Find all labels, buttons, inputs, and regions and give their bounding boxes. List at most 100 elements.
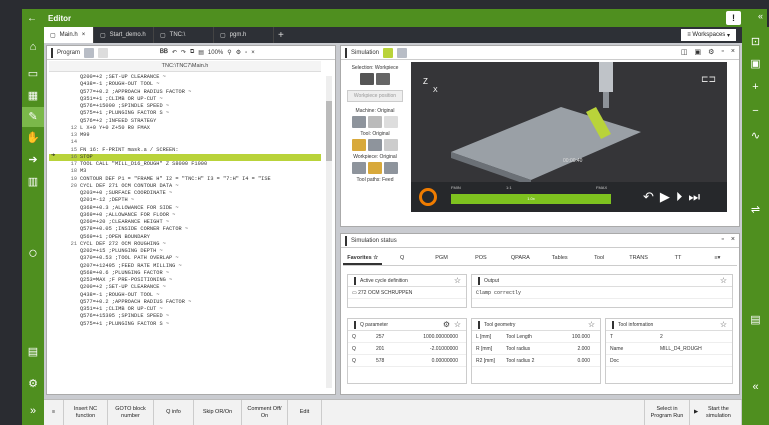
machine-original-icon[interactable] (352, 116, 366, 128)
step-icon[interactable]: ⏵ (676, 189, 689, 204)
code-line[interactable]: Q370=+0.53 ;TOOL PATH OVERLAP ~ (49, 255, 321, 262)
edit-icon[interactable]: ✎ (22, 107, 44, 127)
code-line[interactable]: 19 CONTOUR DEF P1 = "FRAME H" I2 = "TNC:H… (49, 176, 321, 183)
settings-icon[interactable]: ⚙ (708, 48, 714, 56)
drag-handle[interactable] (345, 235, 347, 246)
q-info-button[interactable]: Q info (154, 400, 194, 425)
tab-q[interactable]: Q (382, 250, 421, 265)
tab-tool[interactable]: Tool (579, 250, 618, 265)
log-icon[interactable]: ▣ (742, 57, 769, 70)
code-line[interactable]: Q575=+1 ;PLUNGING FACTOR S ~ (49, 110, 321, 117)
code-line[interactable]: Q369=+0 ;ALLOWANCE FOR FLOOR ~ (49, 212, 321, 219)
back-arrow-icon[interactable]: ← (22, 13, 42, 24)
code-line[interactable]: Q202=+15 ;PLUNGING DEPTH ~ (49, 248, 321, 255)
feed-icon[interactable]: ⇌ (742, 203, 769, 216)
code-line[interactable]: 13 M99 (49, 132, 321, 139)
warning-icon[interactable]: ! (726, 11, 741, 25)
home-icon[interactable]: ⌂ (22, 41, 44, 53)
play-icon[interactable]: ▶ (660, 189, 676, 204)
circle-icon[interactable]: ○ (22, 245, 44, 263)
collapse-icon[interactable]: « (758, 11, 763, 21)
workspaces-dropdown[interactable]: ≡ Workspaces ▾ (681, 29, 736, 41)
tab-trans[interactable]: TRANS (619, 250, 658, 265)
workpiece-hidden-icon[interactable] (384, 162, 398, 174)
folder-icon[interactable]: ▭ (22, 67, 44, 80)
tool-hidden-icon[interactable] (384, 139, 398, 151)
rewind-icon[interactable]: ↶ (643, 189, 660, 204)
code-line[interactable]: Q200=+2 ;SET-UP CLEARANCE ~ (49, 74, 321, 81)
tab-pgm[interactable]: ▢ pgm.h (214, 27, 274, 43)
wave-icon[interactable]: ∿ (742, 129, 769, 142)
star-icon[interactable]: ☆ (720, 276, 727, 285)
edit-button[interactable]: Edit (288, 400, 322, 425)
cube-icon[interactable]: ◫ (681, 48, 688, 56)
tab-qpara[interactable]: QPARA (501, 250, 540, 265)
insert-nc-function-button[interactable]: Insert NC function (64, 400, 108, 425)
tabs-menu-icon[interactable]: ≡▾ (698, 250, 737, 265)
view-icon[interactable]: ⊏⊐ (701, 74, 716, 84)
code-line[interactable]: Q351=+1 ;CLIMB OR UP-CUT ~ (49, 96, 321, 103)
tool-original-icon[interactable] (352, 139, 366, 151)
workpiece-position-button[interactable]: Workpiece position (346, 90, 404, 102)
code-line[interactable]: Q438=-1 ;ROUGH-OUT TOOL ~ (49, 81, 321, 88)
drag-handle[interactable] (345, 47, 347, 58)
maximize-icon[interactable]: ▫ (245, 50, 247, 56)
comment-button[interactable]: Comment Off/ On (242, 400, 288, 425)
menu-icon[interactable]: ≡ (44, 400, 64, 425)
code-line[interactable]: Q203=+0 ;SURFACE COORDINATE ~ (49, 190, 321, 197)
code-line[interactable]: Q577=+0.2 ;APPROACH RADIUS FACTOR ~ (49, 89, 321, 96)
list-icon[interactable] (383, 47, 394, 58)
code-line[interactable]: Q576=+2 ;INFEED STRATEGY (49, 118, 321, 125)
code-line[interactable]: 14 (49, 139, 321, 146)
star-icon[interactable]: ☆ (720, 320, 727, 329)
search-icon[interactable] (98, 47, 109, 58)
zoom-icon[interactable]: ⚲ (227, 49, 231, 56)
add-tab-button[interactable]: + (278, 30, 284, 41)
machine-transparent-icon[interactable] (368, 116, 382, 128)
collapse-right-icon[interactable]: « (742, 381, 769, 393)
grid-icon[interactable] (397, 47, 408, 58)
star-icon[interactable]: ☆ (454, 276, 461, 285)
settings-icon[interactable]: ⚙ (22, 377, 44, 390)
star-icon[interactable]: ☆ (588, 320, 595, 329)
redo-icon[interactable]: ↷ (181, 49, 186, 56)
code-line[interactable]: 17 TOOL CALL "MILL_D16_ROUGH" Z S8000 F10… (49, 161, 321, 168)
tab-favorites[interactable]: Favorites ☆ (343, 250, 383, 265)
fast-forward-icon[interactable]: ⏭ (688, 189, 706, 204)
code-line[interactable]: Q569=+1 ;OPEN BOUNDARY (49, 234, 321, 241)
code-line[interactable]: Q260=+20 ;CLEARANCE HEIGHT ~ (49, 219, 321, 226)
code-line[interactable]: Q438=-1 ;ROUGH-OUT TOOL ~ (49, 292, 321, 299)
code-line[interactable]: 21 CYCL DEF 272 OCM ROUGHING ~ (49, 241, 321, 248)
code-line[interactable]: 12 L X+0 Y+0 Z+50 R0 FMAX (49, 125, 321, 132)
numeric-icon[interactable]: ᏴᏴ (160, 49, 168, 56)
workpiece-transparent-icon[interactable] (368, 162, 382, 174)
code-line[interactable]: Q576=+15000 ;SPINDLE SPEED ~ (49, 103, 321, 110)
copy-icon[interactable]: ⧉ (190, 49, 194, 56)
table-icon[interactable]: ▦ (22, 89, 44, 102)
plus-icon[interactable]: + (742, 81, 769, 93)
chart-icon[interactable]: ▥ (22, 175, 44, 188)
select-in-program-run-button[interactable]: Select in Program Run (644, 400, 690, 425)
code-line[interactable]: 18 M3 (49, 168, 321, 175)
tab-tnc[interactable]: ▢ TNC:\ (154, 27, 214, 43)
run-icon[interactable]: ➔ (22, 153, 44, 166)
tab-main[interactable]: ▢ Main.h × (44, 27, 94, 43)
tab-pos[interactable]: POS (461, 250, 500, 265)
code-line[interactable]: Q207=+12495 ;FEED RATE MILLING ~ (49, 263, 321, 270)
close-icon[interactable]: × (731, 236, 735, 243)
machine-view-icon[interactable] (376, 73, 390, 85)
settings-icon[interactable]: ⚙ (443, 320, 450, 329)
code-line[interactable]: Q200=+2 ;SET-UP CLEARANCE ~ (49, 284, 321, 291)
scrollbar-thumb[interactable] (326, 101, 332, 161)
zoom-level[interactable]: 100% (208, 50, 223, 56)
scrollbar[interactable] (326, 76, 332, 388)
code-line[interactable]: ➔ 16 STOP (49, 152, 321, 161)
list-icon[interactable] (84, 47, 95, 58)
speed-slider[interactable]: 1.0x (451, 194, 611, 204)
code-line[interactable]: Q578=+0.05 ;INSIDE CORNER FACTOR ~ (49, 226, 321, 233)
simulation-viewport[interactable]: Z X ⊏⊐ 00:00:40 (411, 62, 727, 182)
code-line[interactable]: 20 CYCL DEF 271 OCM CONTOUR DATA ~ (49, 183, 321, 190)
goto-button[interactable]: GOTO block number (108, 400, 154, 425)
tab-start-demo[interactable]: ▢ Start_demo.h (94, 27, 154, 43)
close-icon[interactable]: × (251, 50, 255, 56)
